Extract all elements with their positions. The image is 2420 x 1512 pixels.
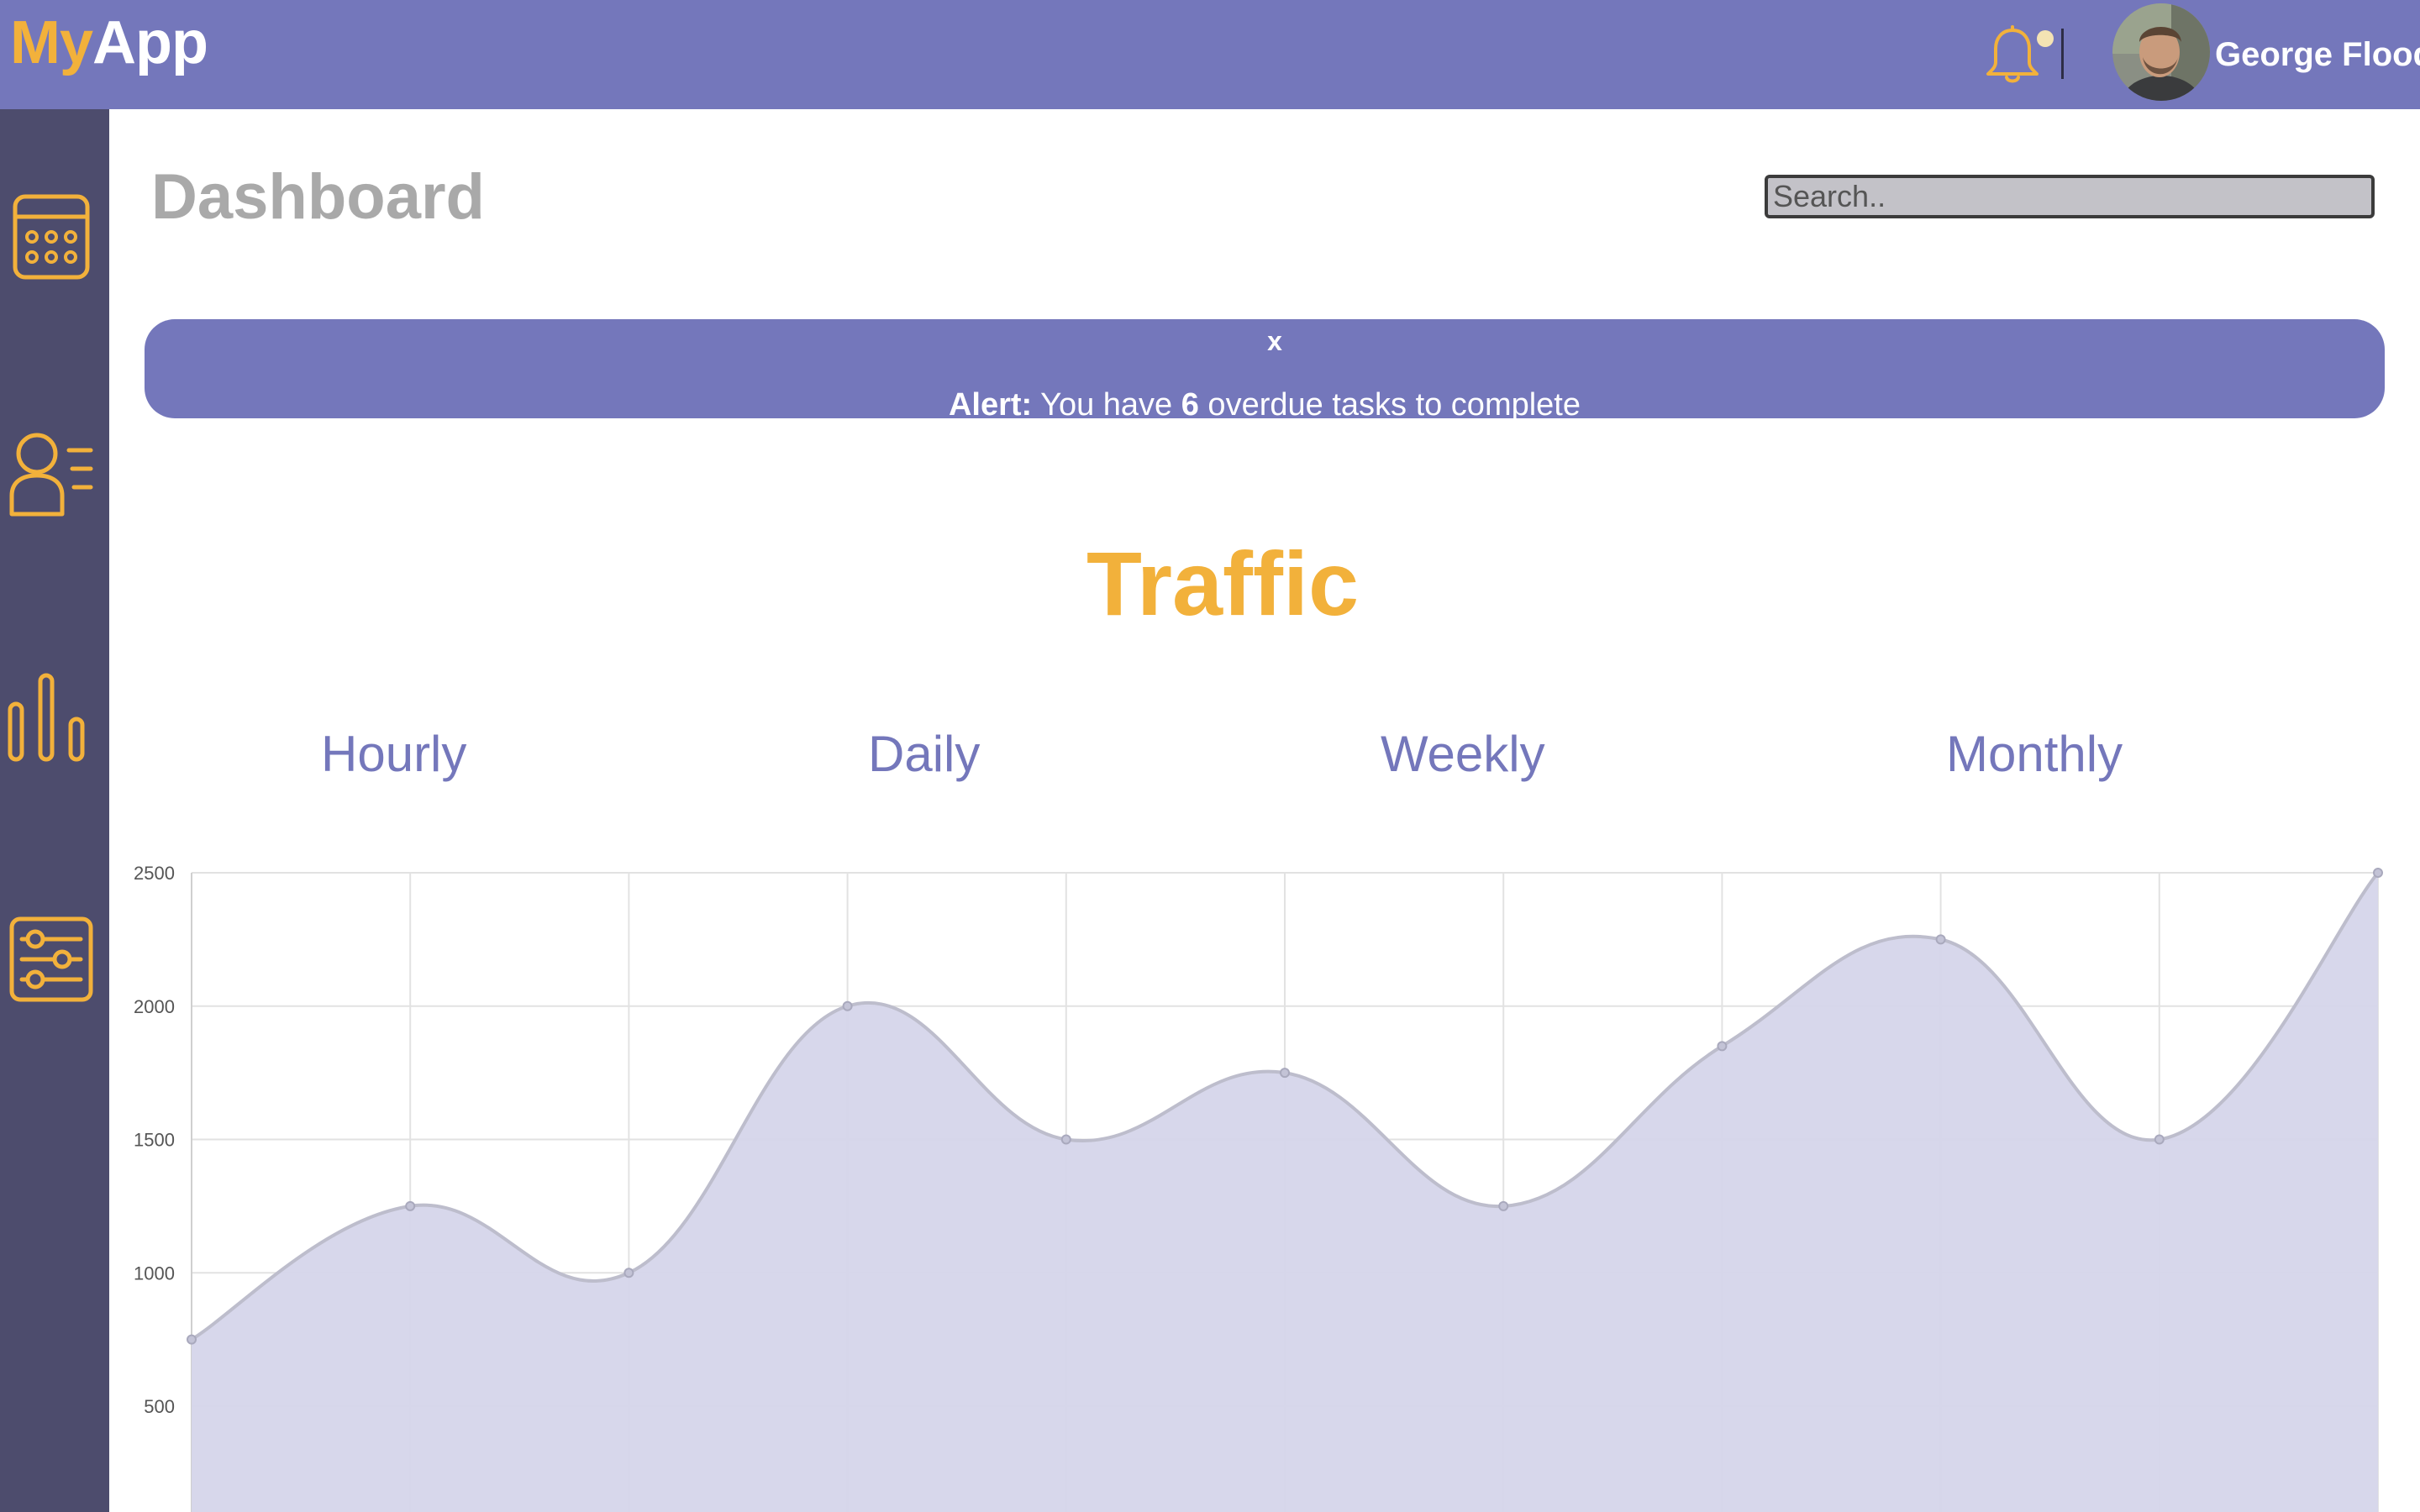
members-list-icon[interactable]	[7, 427, 94, 519]
alert-message: Alert: You have 6 overdue tasks to compl…	[145, 386, 2385, 423]
header-divider	[2061, 29, 2064, 79]
app-logo[interactable]: MyApp	[10, 5, 208, 81]
tab-weekly[interactable]: Weekly	[1381, 724, 1545, 785]
traffic-title: Traffic	[1086, 533, 1360, 634]
data-point[interactable]	[1935, 934, 1946, 945]
data-point[interactable]	[187, 1334, 197, 1345]
data-point[interactable]	[623, 1268, 634, 1278]
alert-close-button[interactable]: x	[1254, 324, 1296, 358]
logo-prefix: My	[10, 9, 93, 76]
bell-icon[interactable]	[1985, 25, 2040, 86]
settings-sliders-icon[interactable]	[7, 912, 94, 1005]
calendar-icon[interactable]	[7, 188, 94, 281]
alert-count: 6	[1181, 387, 1199, 423]
alert-text-after: overdue tasks to complete	[1198, 387, 1581, 423]
data-point[interactable]	[842, 1000, 853, 1011]
data-point[interactable]	[2154, 1134, 2165, 1145]
notification-dot	[2037, 30, 2054, 47]
y-tick-label: 2500	[134, 863, 175, 884]
y-tick-label: 2000	[134, 996, 175, 1017]
data-point[interactable]	[1498, 1200, 1509, 1211]
avatar[interactable]	[2112, 3, 2210, 101]
tab-hourly[interactable]: Hourly	[321, 724, 466, 785]
search-input[interactable]	[1765, 175, 2375, 218]
tab-monthly[interactable]: Monthly	[1946, 724, 2123, 785]
data-point[interactable]	[2373, 868, 2383, 878]
user-name[interactable]: George Flood	[2215, 34, 2420, 76]
y-tick-label: 1500	[134, 1130, 175, 1151]
alert-banner: x Alert: You have 6 overdue tasks to com…	[145, 319, 2385, 423]
page-title: Dashboard	[151, 161, 485, 233]
y-tick-label: 1000	[134, 1263, 175, 1284]
y-tick-label: 500	[144, 1396, 175, 1417]
sidebar	[0, 109, 109, 1512]
logo-suffix: App	[92, 9, 208, 76]
tab-daily[interactable]: Daily	[868, 724, 980, 785]
alert-label: Alert:	[948, 387, 1033, 423]
traffic-chart: 500 1000 1500 2000 2500	[134, 863, 2383, 1512]
bar-chart-icon[interactable]	[7, 670, 94, 763]
alert-text-before: You have	[1032, 387, 1181, 423]
data-point[interactable]	[1280, 1068, 1290, 1079]
data-point[interactable]	[1060, 1134, 1071, 1145]
data-point[interactable]	[405, 1200, 416, 1211]
top-header: MyApp George Flood	[0, 0, 2420, 109]
data-point[interactable]	[1717, 1041, 1728, 1052]
